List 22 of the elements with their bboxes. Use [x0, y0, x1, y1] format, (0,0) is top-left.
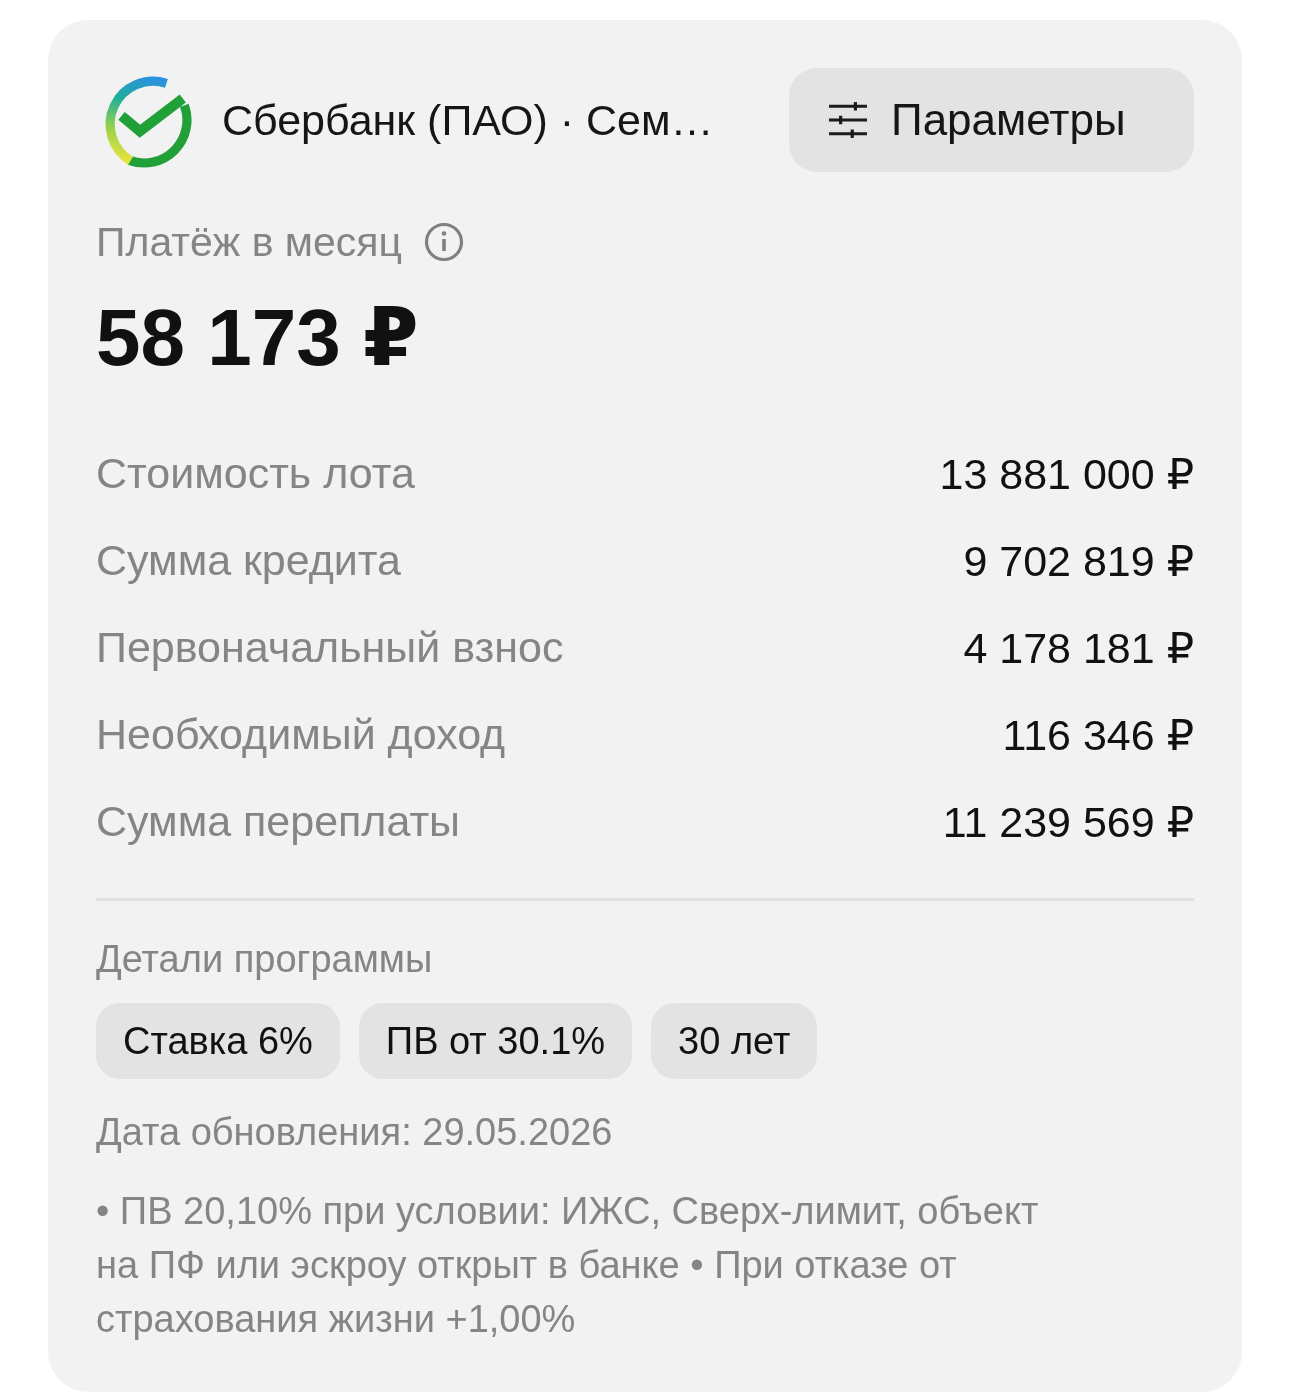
program-note: • ПВ 20,10% при условии: ИЖС, Сверх-лимит, объект на ПФ или эскроу открыт в банке • При отказе от страхования жизни +1,00%	[96, 1189, 1040, 1342]
parameters-button[interactable]: Параметры	[789, 68, 1194, 172]
row-value: 116 346 ₽	[1002, 709, 1194, 760]
program-tag: ПВ от 30.1%	[358, 1003, 633, 1079]
row-label: Сумма переплаты	[96, 797, 461, 846]
row-value: 9 702 819 ₽	[963, 535, 1194, 586]
payment-amount: 58 173 ₽	[96, 293, 419, 383]
row-label: Первоначальный взнос	[96, 623, 564, 672]
row-label: Стоимость лота	[96, 449, 415, 498]
row-value: 11 239 569 ₽	[942, 796, 1194, 847]
row-label: Сумма кредита	[96, 536, 401, 585]
update-date: Дата обновления: 29.05.2026	[96, 1110, 614, 1155]
row-value: 4 178 181 ₽	[963, 622, 1194, 673]
program-tag: Ставка 6%	[96, 1003, 340, 1079]
row-value: 13 881 000 ₽	[939, 448, 1194, 499]
info-icon[interactable]	[424, 222, 465, 262]
row-label: Необходимый доход	[96, 710, 506, 759]
sliders-icon	[829, 102, 867, 138]
bank-title: Сбербанк (ПАО) · Сем…	[222, 95, 715, 145]
section-title: Детали программы	[96, 937, 434, 982]
payment-label: Платёж в месяц	[96, 218, 403, 266]
program-tag: 30 лет	[651, 1003, 818, 1079]
